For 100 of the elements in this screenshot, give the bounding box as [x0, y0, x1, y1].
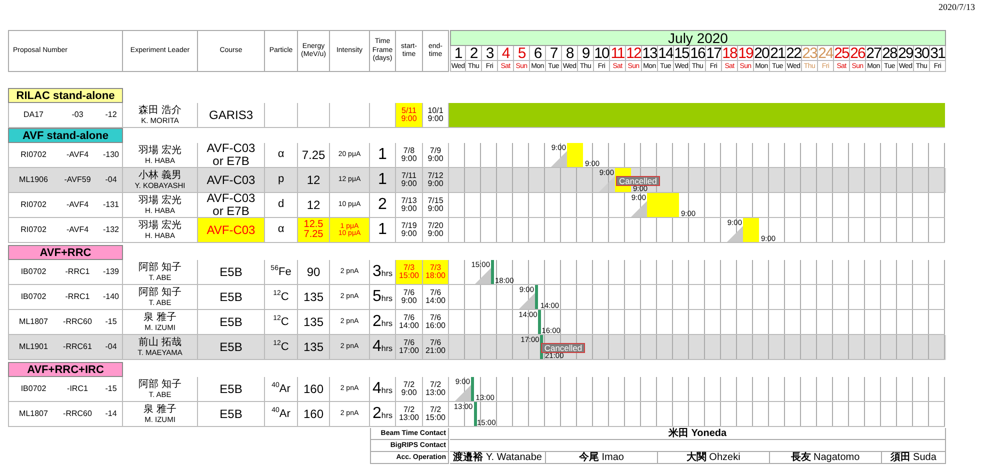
contact-name: 米田 Yoneda [667, 428, 728, 439]
proposal-code: ML1906 [18, 176, 49, 184]
print-date: 2020/7/13 [938, 2, 975, 13]
day-number: 19 [738, 46, 754, 60]
proposal-number: -139 [102, 268, 120, 276]
day-number: 25 [834, 46, 850, 60]
leader-name: 前山 拓哉 [138, 337, 182, 348]
day-number: 14 [658, 46, 674, 60]
proposal-number: -132 [102, 226, 120, 234]
day-number: 11 [610, 46, 626, 60]
leader-name: 羽場 宏光 [138, 145, 182, 156]
day-number: 28 [882, 46, 898, 60]
day-number: 24 [818, 46, 834, 60]
proposal-part: -AVF4 [65, 200, 90, 210]
table-cell: 7/19 9:00 [396, 218, 423, 243]
day-number: 16 [690, 46, 706, 60]
day-number: 18 [722, 46, 738, 60]
leader-name: 泉 雅子 [144, 404, 176, 415]
leader-name: 阿部 知子 [138, 262, 182, 273]
proposal-part: -RRC60 [62, 410, 93, 418]
proposal-part: -AVF59 [63, 176, 92, 184]
leader-name: 阿部 知子 [138, 379, 182, 390]
day-number: 23 [802, 46, 818, 60]
day-number: 6 [530, 46, 546, 60]
table-cell: 7/3 18:00 [423, 260, 449, 285]
proposal-number: -04 [104, 176, 118, 184]
proposal-code: RI0702 [20, 226, 48, 234]
day-number: 3 [482, 46, 498, 60]
leader-name: 阿部 知子 [138, 287, 182, 298]
day-number: 10 [594, 46, 610, 60]
day-number: 22 [786, 46, 802, 60]
table-cell: $^{12}$C [265, 335, 298, 360]
day-number: 8 [562, 46, 578, 60]
proposal-number: -15 [104, 384, 118, 394]
proposal-part: -RRC1 [64, 292, 91, 302]
table-cell: GARIS3 [198, 103, 265, 128]
month-title: July 2020 [450, 30, 946, 46]
day-number: 20 [754, 46, 770, 60]
table-cell: 160 [298, 402, 330, 427]
proposal-number: -14 [104, 410, 118, 418]
day-number: 29 [898, 46, 914, 60]
proposal-part: -03 [70, 110, 84, 120]
day-number: 27 [866, 46, 882, 60]
day-number: 1 [450, 46, 466, 60]
proposal-code: IB0702 [20, 268, 48, 276]
table-cell: 7/2 15:00 [423, 402, 449, 427]
table-cell: E5B [198, 335, 265, 360]
section-label: AVF+RRC [8, 245, 123, 260]
proposal-code: IB0702 [20, 292, 48, 302]
table-cell: E5B [198, 402, 265, 427]
leader-name: 羽場 宏光 [138, 195, 182, 206]
day-number: 21 [770, 46, 786, 60]
day-number: 12 [626, 46, 642, 60]
day-number: 7 [546, 46, 562, 60]
table-cell: 1 [370, 218, 396, 243]
section-label: AVF+RRC+IRC [8, 362, 123, 377]
proposal-part: -IRC1 [66, 384, 89, 394]
proposal-code: DA17 [22, 110, 44, 120]
contact-name: 渡邉裕 Y. Watanabe [450, 452, 546, 463]
proposal-code: IB0702 [20, 384, 48, 394]
table-cell: 7/6 21:00 [423, 335, 449, 360]
table-cell: 5/11 9:00 [396, 103, 423, 128]
table-cell: 7/3 15:00 [396, 260, 423, 285]
proposal-part: -RRC60 [62, 318, 93, 326]
contact-name: 今尾 Imao [546, 452, 658, 463]
table-cell: 7/6 17:00 [396, 335, 423, 360]
contact-name: 須田 Suda [889, 452, 938, 463]
proposal-code: ML1807 [18, 410, 49, 418]
cancelled-badge: Cancelled [541, 343, 586, 353]
proposal-number: -130 [102, 150, 120, 160]
table-cell: 135 [298, 335, 330, 360]
proposal-number: -04 [104, 342, 118, 352]
contact-name: 長友 Nagatomo [770, 452, 882, 463]
day-number: 30 [914, 46, 930, 60]
day-number: 4 [498, 46, 514, 60]
section-label: AVF stand-alone [8, 128, 123, 143]
leader-name: 羽場 宏光 [138, 220, 182, 231]
proposal-number: -12 [104, 110, 118, 120]
table-cell: 7/2 13:00 [396, 402, 423, 427]
proposal-code: RI0702 [20, 200, 48, 210]
day-number: 26 [850, 46, 866, 60]
day-number: 9 [578, 46, 594, 60]
leader-name: 森田 浩介 [138, 105, 182, 116]
table-cell: 7/20 9:00 [423, 218, 449, 243]
day-number: 17 [706, 46, 722, 60]
day-number: 13 [642, 46, 658, 60]
day-number: 15 [674, 46, 690, 60]
proposal-part: -AVF4 [65, 150, 90, 160]
leader-name: 小林 義男 [138, 170, 182, 181]
proposal-part: -RRC1 [64, 268, 91, 276]
table-cell: AVF-C03 [198, 218, 265, 243]
day-number: 5 [514, 46, 530, 60]
section-label: RILAC stand-alone [8, 88, 123, 103]
table-cell: 12.5 7.25 [298, 218, 330, 243]
day-number: 31 [930, 46, 946, 60]
day-number: 2 [466, 46, 482, 60]
proposal-number: -15 [104, 318, 118, 326]
proposal-code: ML1807 [18, 318, 49, 326]
leader-name: 泉 雅子 [144, 312, 176, 323]
proposal-part: -AVF4 [65, 226, 90, 234]
